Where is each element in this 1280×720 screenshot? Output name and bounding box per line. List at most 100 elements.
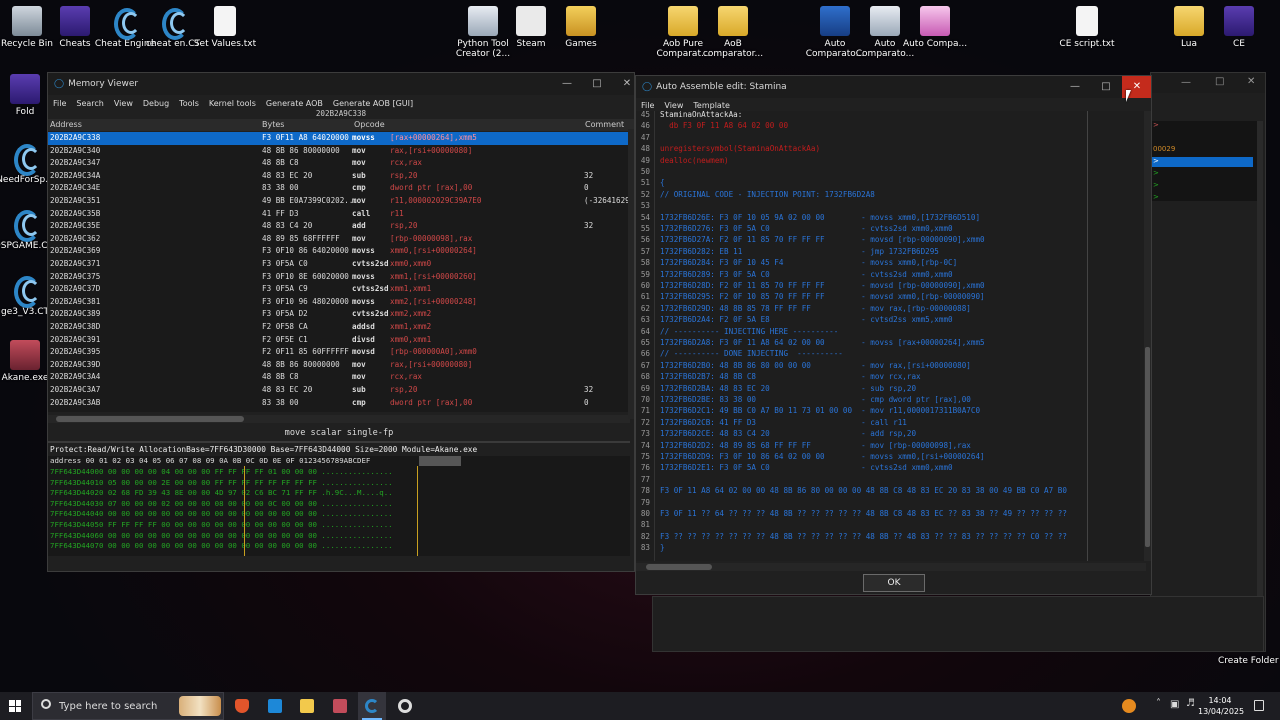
menu-item[interactable]: File — [636, 101, 659, 110]
col-comment[interactable]: Comment — [585, 120, 624, 129]
file-explorer-icon[interactable] — [300, 699, 314, 713]
disassembler-row[interactable]: 202B2A9C39D 48 8B 86 80000000 mov rax,[rsi+… — [48, 359, 630, 372]
weather-icon[interactable] — [1122, 699, 1136, 713]
code-text: 1732FB6D2B0: 48 8B 86 80 00 00 00 - mov … — [660, 360, 971, 370]
hex-row[interactable]: 7FF643D44070 00 00 00 00 00 00 00 00 00 … — [50, 541, 393, 552]
col-bytes[interactable]: Bytes — [262, 120, 284, 129]
disassembler-row[interactable]: 202B2A9C395 F2 0F11 85 60FFFFFF movsd [rbp-… — [48, 346, 630, 359]
row-opcode: call — [352, 208, 371, 218]
disassembler-hscrollbar[interactable] — [48, 415, 630, 423]
disassembler-row[interactable]: 202B2A9C3A4 48 8B C8 mov rcx,rax — [48, 371, 630, 384]
desktop-icon[interactable]: Set Values.txt — [188, 6, 262, 49]
menu-item[interactable]: Tools — [174, 99, 204, 108]
search-box[interactable]: Type here to search — [32, 692, 224, 720]
cheat-engine-taskbar-icon[interactable] — [365, 699, 379, 713]
auto-assemble-titlebar[interactable]: ◯ Auto Assemble edit: Stamina — □ ✕ — [636, 76, 1151, 98]
editor-vscroll[interactable] — [1144, 111, 1151, 561]
hex-view[interactable]: address 00 01 02 03 04 05 06 07 08 09 0A… — [48, 456, 630, 556]
network-icon[interactable]: ▣ — [1170, 699, 1179, 710]
row-bytes: F3 0F11 A8 64020000 — [262, 133, 349, 142]
desktop-icon[interactable]: CE script.txt — [1050, 6, 1124, 49]
clock[interactable]: 14:04 13/04/2025 — [1198, 695, 1244, 717]
maximize-icon[interactable]: □ — [1091, 76, 1121, 98]
disassembler-row[interactable]: 202B2A9C34A 48 83 EC 20 sub rsp,20 32 — [48, 170, 630, 183]
close-icon[interactable]: ✕ — [612, 73, 634, 95]
menu-item[interactable]: Debug — [138, 99, 174, 108]
line-number: 69 — [640, 383, 650, 393]
scroll-thumb[interactable] — [646, 564, 712, 570]
app-icon[interactable] — [333, 699, 347, 713]
col-opcode[interactable]: Opcode — [354, 120, 385, 129]
desktop-icon-image — [516, 6, 546, 36]
desktop-icon[interactable]: AoB comparator... — [696, 6, 770, 59]
disassembler-row[interactable]: 202B2A9C362 48 89 85 68FFFFFF mov [rbp-0000… — [48, 233, 630, 246]
editor-hscroll[interactable] — [636, 563, 1146, 571]
disassembler-row[interactable]: 202B2A9C3A7 48 83 EC 20 sub rsp,20 32 — [48, 384, 630, 397]
menu-item[interactable]: Search — [71, 99, 108, 108]
menu-item[interactable]: Generate AOB — [261, 99, 328, 108]
desktop-icon[interactable]: CE — [1202, 6, 1276, 49]
hex-row[interactable]: 7FF643D44040 00 00 00 00 00 00 00 00 00 … — [50, 509, 393, 520]
desktop-icon-label: Set Values.txt — [193, 39, 257, 49]
row-bytes: F2 0F58 CA — [262, 322, 308, 331]
minimize-icon[interactable]: — — [552, 73, 582, 95]
disassembler-row[interactable]: 202B2A9C351 49 BB E0A7399C0202... mov r11,0… — [48, 195, 630, 208]
disassembler-row[interactable]: 202B2A9C37D F3 0F5A C9 cvtss2sd xmm1,xmm1 — [48, 283, 630, 296]
disassembler-row[interactable]: 202B2A9C35E 48 83 C4 20 add rsp,20 32 — [48, 220, 630, 233]
bg-scrollbar[interactable] — [1257, 121, 1263, 647]
disassembler-row[interactable]: 202B2A9C391 F2 0F5E C1 divsd xmm0,xmm1 — [48, 334, 630, 347]
desktop-icon[interactable]: Games — [544, 6, 618, 49]
menu-item[interactable]: Generate AOB [GUI] — [328, 99, 418, 108]
brave-browser-icon[interactable] — [235, 699, 249, 713]
col-address[interactable]: Address — [50, 120, 82, 129]
scroll-thumb[interactable] — [56, 416, 244, 422]
maximize-icon[interactable]: □ — [1215, 76, 1224, 87]
disassembler-row[interactable]: 202B2A9C3AB 83 38 00 cmp dword ptr [rax],00… — [48, 397, 630, 410]
hex-row[interactable]: 7FF643D44030 07 00 00 00 02 00 00 00 08 … — [50, 499, 393, 510]
desktop-icon[interactable]: Auto Compa... — [898, 6, 972, 49]
disassembler-row[interactable]: 202B2A9C34E 83 38 00 cmp dword ptr [rax],00… — [48, 182, 630, 195]
menu-item[interactable]: View — [109, 99, 138, 108]
disassembler-row[interactable]: 202B2A9C369 F3 0F10 86 64020000 movss xmm0,… — [48, 245, 630, 258]
chevron-up-icon[interactable]: ˄ — [1156, 698, 1161, 709]
minimize-icon[interactable]: — — [1060, 76, 1090, 98]
code-line: 75 1732FB6D2D9: F3 0F 10 86 64 02 00 00 -… — [636, 452, 1146, 463]
maximize-icon[interactable]: □ — [582, 73, 612, 95]
row-args: rcx,rax — [390, 372, 423, 382]
disassembler-row[interactable]: 202B2A9C371 F3 0F5A C0 cvtss2sd xmm0,xmm0 — [48, 258, 630, 271]
cheat-engine-alt-icon[interactable] — [398, 699, 412, 713]
desktop-icon-image — [1174, 6, 1204, 36]
script-editor[interactable]: 45 StaminaOnAttackAa: 46 db F3 0F 11 A8 64… — [636, 111, 1146, 561]
menu-item[interactable]: View — [659, 101, 688, 110]
scroll-thumb[interactable] — [1145, 347, 1150, 547]
disassembler-row[interactable]: 202B2A9C375 F3 0F10 8E 60020000 movss xmm1,… — [48, 271, 630, 284]
hex-row[interactable]: 7FF643D44000 00 00 00 00 04 00 00 00 FF … — [50, 467, 393, 478]
close-icon[interactable]: ✕ — [1247, 76, 1255, 87]
minimize-icon[interactable]: — — [1181, 77, 1191, 88]
store-icon[interactable] — [268, 699, 282, 713]
bg-selected-row[interactable] — [1151, 157, 1253, 167]
disassembler-row[interactable]: 202B2A9C35B 41 FF D3 call r11 — [48, 208, 630, 221]
row-bytes: F3 0F10 8E 60020000 — [262, 271, 349, 281]
menu-item[interactable]: Kernel tools — [204, 99, 261, 108]
start-button[interactable] — [9, 700, 21, 712]
disassembler-row[interactable]: 202B2A9C338 F3 0F11 A8 64020000 movss [rax+… — [48, 132, 630, 145]
splitter[interactable] — [48, 441, 630, 443]
volume-icon[interactable]: ♬ — [1186, 698, 1195, 709]
ok-button[interactable]: OK — [863, 574, 925, 592]
notification-icon[interactable] — [1254, 700, 1264, 711]
hex-row[interactable]: 7FF643D44010 05 00 00 00 2E 00 00 00 FF … — [50, 478, 393, 489]
disassembler-row[interactable]: 202B2A9C389 F3 0F5A D2 cvtss2sd xmm2,xmm2 — [48, 308, 630, 321]
hex-row[interactable]: 7FF643D44050 FF FF FF FF 00 00 00 00 00 … — [50, 520, 393, 531]
memory-viewer-titlebar[interactable]: ◯ Memory Viewer — □ ✕ — [48, 73, 634, 95]
disassembler-row[interactable]: 202B2A9C347 48 8B C8 mov rcx,rax — [48, 157, 630, 170]
disassembler-row[interactable]: 202B2A9C340 48 8B 86 80000000 mov rax,[rsi+… — [48, 145, 630, 158]
hex-row[interactable]: 7FF643D44060 00 00 00 00 00 00 00 00 00 … — [50, 531, 393, 542]
menu-item[interactable]: Template — [688, 101, 735, 110]
hex-vscroll[interactable] — [628, 129, 634, 419]
hex-row[interactable]: 7FF643D44020 02 68 FD 39 43 8E 00 00 4D … — [50, 488, 393, 499]
disassembler-row[interactable]: 202B2A9C381 F3 0F10 96 48020000 movss xmm2,… — [48, 296, 630, 309]
disassembler-row[interactable]: 202B2A9C38D F2 0F58 CA addsd xmm1,xmm2 — [48, 321, 630, 334]
line-number: 80 — [640, 509, 650, 518]
menu-item[interactable]: File — [48, 99, 71, 108]
